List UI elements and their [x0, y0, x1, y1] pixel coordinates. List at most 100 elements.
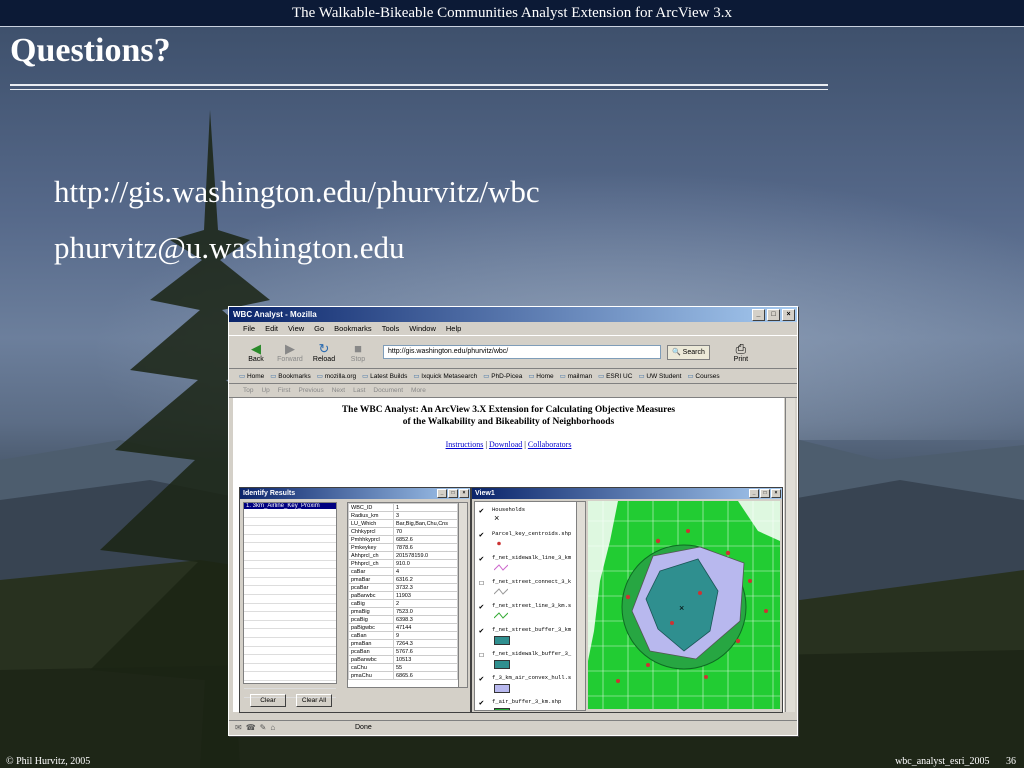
identify-close-button[interactable]: × [459, 489, 469, 498]
view-close-button[interactable]: × [771, 489, 781, 498]
view-minimize-button[interactable]: _ [749, 489, 759, 498]
forward-button[interactable]: ▶ Forward [273, 341, 307, 363]
checkmark-icon[interactable]: ✔ [479, 506, 484, 516]
bookmark-uw-student[interactable]: UW Student [638, 372, 681, 380]
maximize-button[interactable]: □ [767, 308, 780, 321]
back-button[interactable]: ◀ Back [239, 341, 273, 363]
checkbox-empty-icon[interactable]: ☐ [479, 578, 484, 588]
reload-button[interactable]: ↻ Reload [307, 341, 341, 363]
legend-scrollbar[interactable] [576, 501, 586, 711]
minimize-button[interactable]: _ [752, 308, 765, 321]
url-input[interactable]: http://gis.washington.edu/phurvitz/wbc/ [383, 345, 661, 359]
legend-layer[interactable]: ✔ Households × [475, 502, 585, 526]
list-item[interactable] [244, 561, 336, 570]
checkmark-icon[interactable]: ✔ [479, 530, 484, 540]
bookmark-bookmarks[interactable]: Bookmarks [270, 372, 311, 380]
bookmark-home[interactable]: Home [239, 372, 264, 380]
bookmark-mozilla[interactable]: mozilla.org [317, 372, 356, 380]
list-item[interactable] [244, 681, 336, 690]
list-item[interactable] [244, 595, 336, 604]
identify-minimize-button[interactable]: _ [437, 489, 447, 498]
list-item[interactable] [244, 552, 336, 561]
instructions-link[interactable]: Instructions [446, 440, 484, 449]
menu-window[interactable]: Window [409, 324, 436, 333]
list-item[interactable] [244, 526, 336, 535]
legend-layer[interactable]: ☐ f_net_sidewalk_buffer_3_ [475, 646, 585, 670]
list-item[interactable] [244, 604, 336, 613]
checkmark-icon[interactable]: ✔ [479, 602, 484, 612]
identify-scrollbar[interactable] [458, 502, 468, 688]
checkmark-icon[interactable]: ✔ [479, 698, 484, 708]
menu-edit[interactable]: Edit [265, 324, 278, 333]
footer-page-number: 36 [1006, 756, 1016, 767]
bookmark-esri-uc[interactable]: ESRI UC [598, 372, 632, 380]
legend-layer[interactable]: ✔ f_air_buffer_3_km.shp [475, 694, 585, 710]
legend-layer[interactable]: ✔ f_net_street_buffer_3_km [475, 622, 585, 646]
page-scrollbar[interactable] [785, 398, 795, 712]
bookmark-latest-builds[interactable]: Latest Builds [362, 372, 407, 380]
list-item[interactable] [244, 629, 336, 638]
search-button[interactable]: 🔍 Search [667, 344, 710, 360]
list-item[interactable] [244, 621, 336, 630]
layer-symbol-line-icon [493, 612, 509, 619]
close-button[interactable]: × [782, 308, 795, 321]
list-item[interactable] [244, 509, 336, 518]
legend-layer[interactable]: ✔ f_3_km_air_convex_hull.s [475, 670, 585, 694]
identify-maximize-button[interactable]: □ [448, 489, 458, 498]
attribute-row: paBanwbc 10513 [348, 655, 458, 664]
checkbox-empty-icon[interactable]: ☐ [479, 650, 484, 660]
map-display[interactable]: × [588, 501, 780, 709]
bookmark-phd-picea[interactable]: PhD-Picea [483, 372, 522, 380]
download-link[interactable]: Download [489, 440, 522, 449]
attribute-value: 7264.3 [393, 639, 458, 648]
site-nav-more[interactable]: More [411, 387, 426, 394]
site-nav-next[interactable]: Next [332, 387, 345, 394]
menu-bookmarks[interactable]: Bookmarks [334, 324, 372, 333]
list-item[interactable] [244, 578, 336, 587]
list-item[interactable] [244, 647, 336, 656]
site-nav-first[interactable]: First [278, 387, 291, 394]
menu-go[interactable]: Go [314, 324, 324, 333]
list-item[interactable] [244, 664, 336, 673]
view-maximize-button[interactable]: □ [760, 489, 770, 498]
list-item[interactable] [244, 586, 336, 595]
menu-tools[interactable]: Tools [382, 324, 400, 333]
clear-button[interactable]: Clear [250, 694, 286, 707]
layer-symbol-fill-icon [494, 636, 510, 645]
bookmark-mailman[interactable]: mailman [560, 372, 593, 380]
slide-title: Questions? [10, 32, 171, 69]
list-item[interactable] [244, 612, 336, 621]
list-item[interactable] [244, 569, 336, 578]
stop-button[interactable]: ■ Stop [341, 341, 375, 363]
site-nav-previous[interactable]: Previous [298, 387, 323, 394]
site-nav-up[interactable]: Up [261, 387, 269, 394]
checkmark-icon[interactable]: ✔ [479, 626, 484, 636]
list-item[interactable] [244, 672, 336, 681]
menu-help[interactable]: Help [446, 324, 461, 333]
bookmark-home-2[interactable]: Home [528, 372, 553, 380]
attribute-row: Chhkyprcl 70 [348, 527, 458, 536]
legend-layer[interactable]: ☐ f_net_street_connect_3_k [475, 574, 585, 598]
collaborators-link[interactable]: Collaborators [528, 440, 572, 449]
checkmark-icon[interactable]: ✔ [479, 554, 484, 564]
site-nav-top[interactable]: Top [243, 387, 253, 394]
list-item[interactable] [244, 638, 336, 647]
bookmark-courses[interactable]: Courses [687, 372, 719, 380]
menu-view[interactable]: View [288, 324, 304, 333]
identify-feature-list[interactable]: 1. 3km_Airline_Key_Proxim [243, 502, 337, 699]
legend-layer[interactable]: ✔ Parcel_key_centroids.shp [475, 526, 585, 550]
site-nav-last[interactable]: Last [353, 387, 365, 394]
list-item[interactable] [244, 518, 336, 527]
menu-file[interactable]: File [243, 324, 255, 333]
checkmark-icon[interactable]: ✔ [479, 674, 484, 684]
list-item[interactable] [244, 543, 336, 552]
legend-layer[interactable]: ✔ f_net_street_line_3_km.s [475, 598, 585, 622]
clear-all-button[interactable]: Clear All [296, 694, 332, 707]
legend-layer[interactable]: ✔ f_net_sidewalk_line_3_km [475, 550, 585, 574]
printer-icon: ⎙ [735, 340, 747, 356]
list-item[interactable] [244, 655, 336, 664]
list-item[interactable] [244, 535, 336, 544]
site-nav-document[interactable]: Document [373, 387, 403, 394]
bookmark-ixquick[interactable]: Ixquick Metasearch [413, 372, 477, 380]
print-button[interactable]: ⎙ Print [724, 340, 758, 363]
